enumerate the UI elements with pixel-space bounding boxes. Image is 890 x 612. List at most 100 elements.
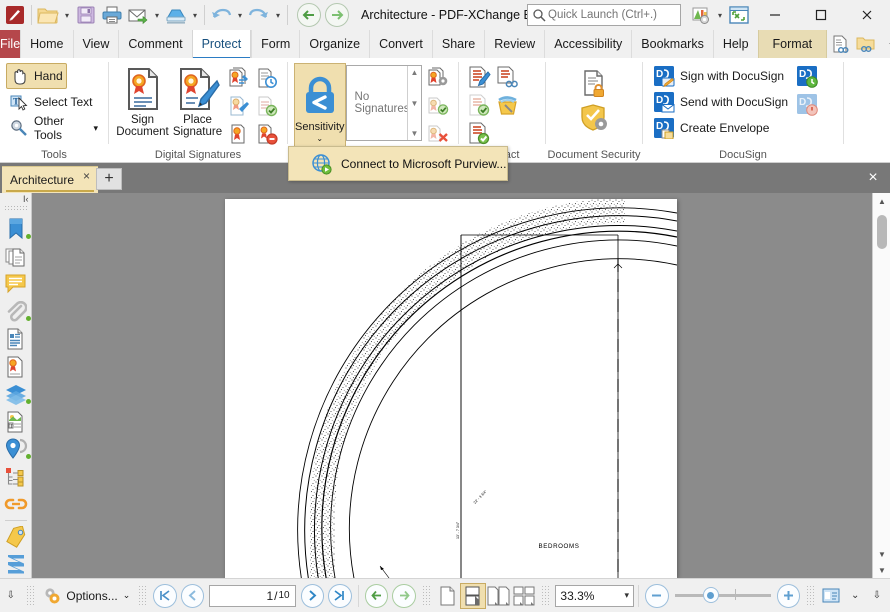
tab-organize[interactable]: Organize — [299, 30, 369, 58]
status-grip-1[interactable] — [25, 584, 35, 607]
zoom-out-button[interactable] — [645, 583, 669, 608]
zoom-level-select[interactable]: 33.3% ▾ — [555, 584, 635, 607]
undo-icon[interactable] — [208, 2, 234, 28]
sidebar-item-layers[interactable] — [0, 380, 32, 408]
options-caret-icon[interactable]: ⌄ — [123, 590, 131, 601]
pdf-xchange-logo-icon[interactable] — [2, 2, 28, 28]
fullscreen-icon[interactable] — [726, 2, 752, 28]
scroll-up-icon[interactable]: ▲ — [411, 68, 419, 77]
sidebar-item-attachments[interactable] — [0, 298, 32, 326]
print-icon[interactable] — [99, 2, 125, 28]
vertical-scrollbar[interactable]: ▲ ▼ ▼ — [872, 193, 890, 578]
status-collapse-icon[interactable]: ⇩ — [866, 590, 888, 601]
remove-all-icon[interactable] — [424, 119, 452, 147]
open-dropdown-caret-icon[interactable]: ▾ — [61, 2, 73, 28]
back-icon[interactable] — [297, 3, 321, 27]
new-tab-button[interactable]: + — [96, 168, 122, 190]
tab-format[interactable]: Format — [757, 30, 828, 58]
save-icon[interactable] — [73, 2, 99, 28]
view-mode-two-pages[interactable] — [486, 583, 511, 609]
sidebar-item-tags[interactable] — [0, 523, 32, 551]
settings-caret-icon[interactable]: ▾ — [714, 2, 726, 28]
loupe-tool-button[interactable] — [819, 583, 844, 609]
search-redact-icon[interactable] — [493, 63, 521, 91]
settings-icon[interactable] — [688, 2, 714, 28]
timestamp-document-icon[interactable] — [253, 64, 281, 92]
tab-convert[interactable]: Convert — [369, 30, 432, 58]
sidebar-item-bookmarks[interactable] — [0, 215, 32, 243]
tool-select-text[interactable]: T Select Text — [6, 89, 96, 115]
sensitivity-button[interactable]: Sensitivity ⌄ — [294, 63, 346, 149]
tab-form[interactable]: Form — [251, 30, 299, 58]
zoom-in-button[interactable] — [776, 583, 801, 608]
nav-pane-collapse-button[interactable]: I‹ — [0, 193, 32, 205]
options-button[interactable]: Options... ⌄ — [38, 583, 134, 609]
redo-dropdown-caret-icon[interactable]: ▾ — [272, 2, 284, 28]
scroll-down-button[interactable]: ▼ — [873, 546, 890, 562]
signatures-list[interactable]: No Signatures ▲ ▼ ▼ — [345, 65, 422, 141]
loupe-caret-icon[interactable]: ⌄ — [844, 590, 866, 601]
tool-other-tools[interactable]: Other Tools ▾ — [6, 114, 102, 142]
docusign-void-icon[interactable]: D — [794, 91, 822, 119]
find-in-document-icon[interactable] — [827, 31, 853, 57]
status-expand-icon[interactable]: ⇩ — [0, 590, 22, 601]
search-input[interactable] — [546, 8, 674, 22]
status-grip-2[interactable] — [138, 584, 148, 607]
tab-protect[interactable]: Protect — [191, 30, 252, 59]
close-document-button[interactable]: × — [860, 166, 886, 190]
document-tab-architecture[interactable]: Architecture × — [2, 166, 99, 193]
tab-share[interactable]: Share — [431, 30, 484, 58]
tab-review[interactable]: Review — [484, 30, 544, 58]
view-mode-two-pages-continuous[interactable] — [511, 583, 536, 609]
email-icon[interactable] — [125, 2, 151, 28]
page-number-input[interactable]: 1 / 10 — [209, 584, 296, 607]
close-button[interactable] — [844, 0, 890, 30]
place-signature-button[interactable]: Place Signature — [170, 64, 225, 138]
sidebar-item-zoom-tool[interactable] — [0, 550, 32, 578]
scroll-thumb-icon[interactable]: ▼ — [411, 99, 419, 108]
tab-bookmarks[interactable]: Bookmarks — [631, 30, 713, 58]
zoom-slider[interactable] — [674, 587, 771, 603]
zoom-slider-knob[interactable] — [702, 587, 719, 603]
previous-view-button[interactable] — [364, 583, 389, 608]
open-folder-icon[interactable] — [35, 2, 61, 28]
status-grip-3[interactable] — [421, 584, 431, 607]
sidebar-item-comments[interactable] — [0, 270, 32, 298]
document-lock-icon[interactable] — [580, 66, 608, 100]
redact-pages-icon[interactable] — [465, 91, 493, 119]
scroll-next-page-button[interactable]: ▼ — [873, 562, 890, 578]
pdf-page[interactable]: BEDROOMS LIVING ROOM 1 3/4"x11 7/8" SCL … — [225, 199, 677, 578]
tab-file[interactable]: File — [0, 30, 21, 58]
search-folder-icon[interactable] — [853, 31, 879, 57]
tab-help[interactable]: Help — [712, 30, 758, 58]
sidebar-item-fields[interactable]: T — [0, 408, 32, 436]
minimize-button[interactable] — [752, 0, 798, 30]
validate-all-icon[interactable] — [424, 91, 452, 119]
first-page-button[interactable] — [153, 583, 177, 608]
send-with-docusign-button[interactable]: D Send with DocuSign — [649, 89, 792, 115]
sign-certificate-icon[interactable] — [225, 92, 253, 120]
scroll-up-button[interactable]: ▲ — [873, 193, 890, 209]
view-mode-continuous[interactable] — [460, 582, 486, 609]
sign-document-button[interactable]: Sign Document — [115, 64, 170, 138]
sidebar-item-signatures[interactable] — [0, 353, 32, 381]
zoom-dropdown-caret-icon[interactable]: ▾ — [625, 590, 630, 601]
last-page-button[interactable] — [328, 583, 352, 608]
zoom-slider-track[interactable] — [674, 587, 771, 603]
docusign-status-icon[interactable]: D — [794, 63, 822, 91]
status-grip-4[interactable] — [540, 584, 550, 607]
sensitivity-dropdown-menu[interactable]: Connect to Microsoft Purview... — [288, 146, 508, 181]
undo-dropdown-caret-icon[interactable]: ▾ — [234, 2, 246, 28]
next-view-button[interactable] — [392, 583, 416, 608]
status-grip-5[interactable] — [806, 584, 815, 607]
tab-comment[interactable]: Comment — [118, 30, 191, 58]
sidebar-item-thumbnails[interactable] — [0, 243, 32, 271]
previous-page-button[interactable] — [180, 583, 205, 608]
next-page-button[interactable] — [300, 583, 325, 608]
clear-signature-icon[interactable] — [253, 120, 281, 148]
sign-with-docusign-button[interactable]: D Sign with DocuSign — [649, 63, 792, 89]
nav-pane-grip[interactable] — [3, 204, 28, 213]
document-viewport[interactable]: BEDROOMS LIVING ROOM 1 3/4"x11 7/8" SCL … — [32, 193, 872, 578]
quick-launch-box[interactable] — [527, 4, 681, 26]
signature-settings-icon[interactable] — [424, 63, 452, 91]
